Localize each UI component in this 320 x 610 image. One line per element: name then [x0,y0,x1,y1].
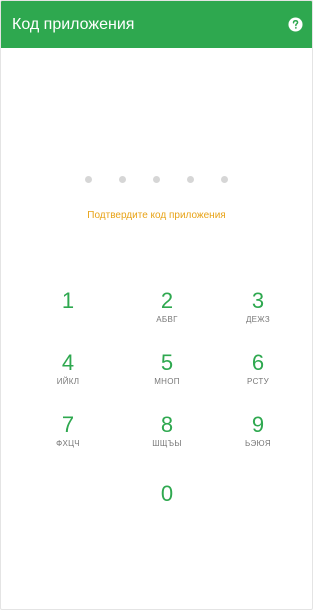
key-digit: 7 [61,412,75,437]
key-6[interactable]: 6 РСТУ [223,350,293,400]
key-letters: ИЙКЛ [56,377,80,386]
key-digit: 1 [61,288,75,313]
key-3[interactable]: 3 ДЕЖЗ [223,288,293,338]
key-letters: РСТУ [247,377,269,386]
question-circle-icon [287,17,303,32]
key-letters: МНОП [154,377,180,386]
key-digit: 5 [160,350,174,375]
pin-dot [187,176,194,183]
key-digit: 2 [160,288,174,313]
key-letters: ДЕЖЗ [245,315,271,324]
key-0[interactable]: 0 [132,481,202,531]
key-digit: 9 [251,412,265,437]
key-9[interactable]: 9 ЬЭЮЯ [223,412,293,462]
pin-dot [119,176,126,183]
key-7[interactable]: 7 ФХЦЧ [33,412,103,462]
key-digit: 3 [251,288,265,313]
key-2[interactable]: 2 АБВГ [132,288,202,338]
key-1[interactable]: 1 [33,288,103,338]
key-letters: ЬЭЮЯ [245,439,271,448]
key-4[interactable]: 4 ИЙКЛ [33,350,103,400]
key-letters: ШЩЪЫ [152,439,182,448]
app-screen: Код приложения Подтвердите код приложени… [0,0,313,610]
pin-dot [153,176,160,183]
key-letters: ФХЦЧ [56,439,80,448]
key-digit: 0 [160,481,174,506]
app-bar: Код приложения [1,1,312,48]
key-5[interactable]: 5 МНОП [132,350,202,400]
pin-dot [221,176,228,183]
key-digit: 8 [160,412,174,437]
key-digit: 6 [251,350,265,375]
pin-dot [85,176,92,183]
key-letters: АБВГ [156,315,178,324]
key-digit: 4 [61,350,75,375]
help-icon[interactable] [287,17,303,33]
screen-title: Код приложения [12,15,135,33]
pin-indicator [1,176,312,183]
confirm-prompt: Подтвердите код приложения [87,210,226,221]
key-8[interactable]: 8 ШЩЪЫ [132,412,202,462]
